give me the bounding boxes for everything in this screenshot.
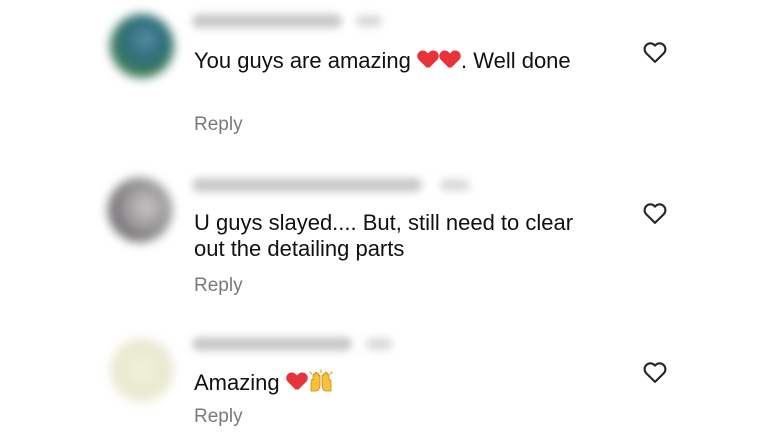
comment-text: U guys slayed.... But, still need to cle… — [194, 210, 574, 261]
timestamp-blurred — [366, 338, 392, 350]
red-heart-emoji-icon — [287, 373, 307, 391]
avatar[interactable] — [110, 14, 174, 78]
reply-button[interactable]: Reply — [194, 406, 243, 428]
username-blurred[interactable] — [192, 14, 342, 28]
heart-outline-icon[interactable] — [640, 38, 670, 66]
username-blurred[interactable] — [192, 178, 422, 192]
raising-hands-emoji-icon — [309, 369, 333, 392]
heart-outline-icon[interactable] — [640, 358, 670, 386]
reply-button[interactable]: Reply — [194, 275, 243, 297]
avatar[interactable] — [108, 178, 172, 242]
timestamp-blurred — [356, 15, 382, 27]
red-heart-emoji-icon — [440, 51, 460, 69]
comment-text-part: . Well done — [461, 48, 571, 73]
comment-text-part: Amazing — [194, 370, 286, 395]
reply-button[interactable]: Reply — [194, 114, 243, 136]
username-blurred[interactable] — [192, 337, 352, 351]
red-heart-emoji-icon — [418, 51, 438, 69]
comment-text-part: You guys are amazing — [194, 48, 417, 73]
timestamp-blurred — [440, 179, 470, 191]
heart-outline-icon[interactable] — [640, 199, 670, 227]
avatar[interactable] — [110, 338, 174, 402]
comment-text: Amazing — [194, 369, 614, 396]
comment-text: You guys are amazing . Well done — [194, 48, 614, 74]
